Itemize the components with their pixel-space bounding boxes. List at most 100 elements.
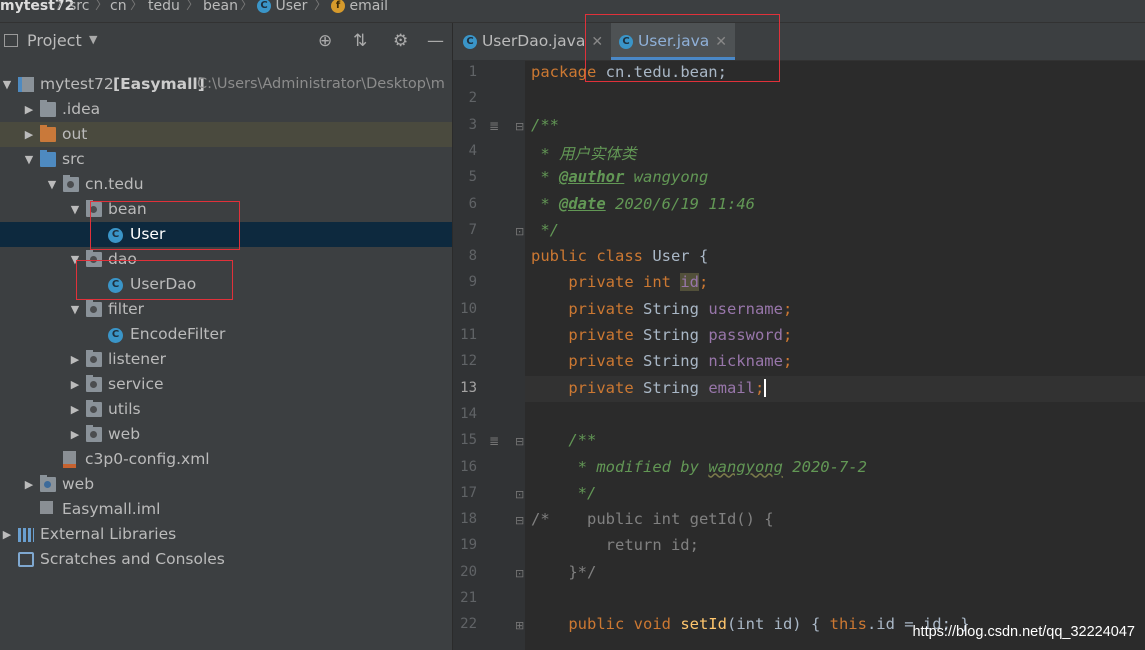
collapse-all-icon[interactable]: ⇅	[353, 31, 367, 51]
expand-arrow-icon[interactable]: ▼	[68, 197, 82, 222]
collapse-arrow-icon[interactable]: ▶	[68, 422, 82, 447]
code-line-18[interactable]: /* public int getId() {	[531, 510, 774, 528]
package-icon	[86, 425, 102, 442]
expand-arrow-icon[interactable]: ▼	[68, 297, 82, 322]
code-line-22[interactable]: public void setId(int id) { this.id = id…	[531, 615, 969, 634]
code-token: ;	[782, 299, 793, 318]
code-line-12[interactable]: private String nickname;	[531, 352, 792, 370]
breadcrumb-item-bean[interactable]: bean	[203, 0, 238, 14]
tree-item-filter[interactable]: ▼ filter	[0, 297, 452, 322]
tree-item-src[interactable]: ▼ src	[0, 147, 452, 172]
watermark: https://blog.csdn.net/qq_32224047	[912, 624, 1135, 640]
code-token: private	[531, 378, 643, 397]
tree-item-c3p0-config-xml[interactable]: c3p0-config.xml	[0, 447, 452, 472]
code-token: String	[642, 299, 709, 318]
code-area[interactable]: package cn.tedu.bean; /** * 用户实体类 * @auth…	[453, 60, 1145, 650]
breadcrumb-item-email[interactable]: f email	[331, 0, 388, 14]
tree-item-label: External Libraries	[40, 525, 177, 543]
code-token: (int id) {	[726, 615, 830, 634]
code-line-13[interactable]: private String email;	[531, 378, 767, 398]
tree-item-web[interactable]: ▶ web	[0, 422, 452, 447]
breadcrumb-item-user[interactable]: C User	[257, 0, 307, 14]
code-line-15[interactable]: /**	[531, 431, 596, 449]
package-icon	[86, 400, 102, 417]
tree-item-label: web	[62, 475, 95, 493]
module-path-label: C:\Users\Administrator\Desktop\m	[197, 76, 445, 92]
tree-item--idea[interactable]: ▶ .idea	[0, 97, 452, 122]
package-icon	[86, 350, 102, 367]
tree-item-label: EncodeFilter	[130, 325, 226, 343]
code-line-20[interactable]: }*/	[531, 563, 596, 581]
tree-item-scratches-and-consoles[interactable]: Scratches and Consoles	[0, 547, 452, 572]
tree-item-label: service	[108, 375, 164, 393]
tree-item-out[interactable]: ▶ out	[0, 122, 452, 147]
breadcrumb-item-src[interactable]: src	[69, 0, 89, 14]
tree-item-encodefilter[interactable]: C EncodeFilter	[0, 322, 452, 347]
tree-item-listener[interactable]: ▶ listener	[0, 347, 452, 372]
folder-icon	[40, 125, 56, 142]
module-name-label: [Easymall]	[113, 75, 205, 93]
collapse-arrow-icon[interactable]: ▶	[68, 397, 82, 422]
code-line-17[interactable]: */	[531, 483, 597, 502]
collapse-arrow-icon[interactable]: ▶	[22, 472, 36, 497]
tree-item-label: mytest72	[40, 75, 114, 93]
xml-file-icon	[63, 451, 76, 468]
code-line-11[interactable]: private String password;	[531, 326, 792, 344]
code-token: 2020/6/19 11:46	[605, 194, 755, 213]
code-token: wangyong	[708, 457, 783, 476]
code-line-16[interactable]: * modified by wangyong 2020-7-2	[531, 458, 867, 476]
tree-item-service[interactable]: ▶ service	[0, 372, 452, 397]
tree-item-cn-tedu[interactable]: ▼ cn.tedu	[0, 172, 452, 197]
code-line-1[interactable]: package cn.tedu.bean;	[531, 63, 727, 81]
gear-icon[interactable]: ⚙	[393, 31, 408, 51]
code-token: id	[680, 273, 699, 292]
tab-userdao[interactable]: C UserDao.java ✕	[463, 23, 603, 60]
code-token: this	[829, 615, 867, 634]
code-line-6[interactable]: * @date 2020/6/19 11:46	[531, 195, 755, 213]
code-token: cn.tedu.bean;	[596, 63, 727, 81]
code-line-5[interactable]: * @author wangyong	[531, 168, 708, 186]
code-line-4[interactable]: * 用户实体类	[531, 142, 636, 164]
expand-arrow-icon[interactable]: ▼	[45, 172, 59, 197]
code-line-3[interactable]: /**	[531, 116, 559, 134]
chevron-right-icon: 〉	[314, 0, 328, 13]
breadcrumb: mytest72 〉 src 〉 cn 〉 tedu 〉 bean 〉 C Us…	[0, 0, 1145, 23]
code-line-7[interactable]: */	[531, 221, 559, 239]
breadcrumb-item-tedu[interactable]: tedu	[148, 0, 180, 14]
code-token: @author	[559, 168, 625, 187]
collapse-arrow-icon[interactable]: ▶	[22, 122, 36, 147]
tree-item-mytest72[interactable]: ▼ mytest72 [Easymall] C:\Users\Administrato…	[0, 72, 452, 97]
web-folder-icon	[40, 475, 56, 492]
dropdown-arrow-icon[interactable]: ▼	[89, 33, 97, 46]
code-token: private	[531, 299, 643, 318]
code-line-19[interactable]: return id;	[531, 536, 699, 554]
code-line-10[interactable]: private String username;	[531, 300, 792, 318]
collapse-arrow-icon[interactable]: ▶	[0, 522, 14, 547]
expand-arrow-icon[interactable]: ▼	[22, 147, 36, 172]
code-token: wangyong	[624, 168, 709, 187]
breadcrumb-item-cn[interactable]: cn	[110, 0, 127, 14]
tree-item-label: out	[62, 125, 88, 143]
tree-item-external-libraries[interactable]: ▶ External Libraries	[0, 522, 452, 547]
collapse-arrow-icon[interactable]: ▶	[68, 347, 82, 372]
code-token: String	[642, 326, 709, 344]
code-line-8[interactable]: public class User {	[531, 247, 708, 265]
code-token: */	[531, 483, 597, 502]
tree-item-web[interactable]: ▶ web	[0, 472, 452, 497]
code-line-9[interactable]: private int id;	[531, 273, 708, 292]
code-token: ;	[782, 352, 793, 371]
project-panel: Project ▼ ⊕ ⇅ ⚙ — ▼ mytest72 [Easymall] C:\…	[0, 23, 452, 650]
project-view-icon	[4, 34, 18, 47]
code-token: ;	[782, 326, 793, 344]
hide-panel-icon[interactable]: —	[427, 31, 444, 51]
project-title[interactable]: Project	[27, 31, 82, 50]
tree-item-easymall-iml[interactable]: Easymall.iml	[0, 497, 452, 522]
locate-icon[interactable]: ⊕	[318, 31, 332, 51]
collapse-arrow-icon[interactable]: ▶	[68, 372, 82, 397]
expand-arrow-icon[interactable]: ▼	[0, 72, 14, 97]
editor-tabbar: C UserDao.java ✕ C User.java ✕	[453, 14, 1145, 82]
chevron-right-icon: 〉	[186, 0, 200, 13]
tree-item-utils[interactable]: ▶ utils	[0, 397, 452, 422]
code-token: public class	[531, 247, 643, 266]
collapse-arrow-icon[interactable]: ▶	[22, 97, 36, 122]
